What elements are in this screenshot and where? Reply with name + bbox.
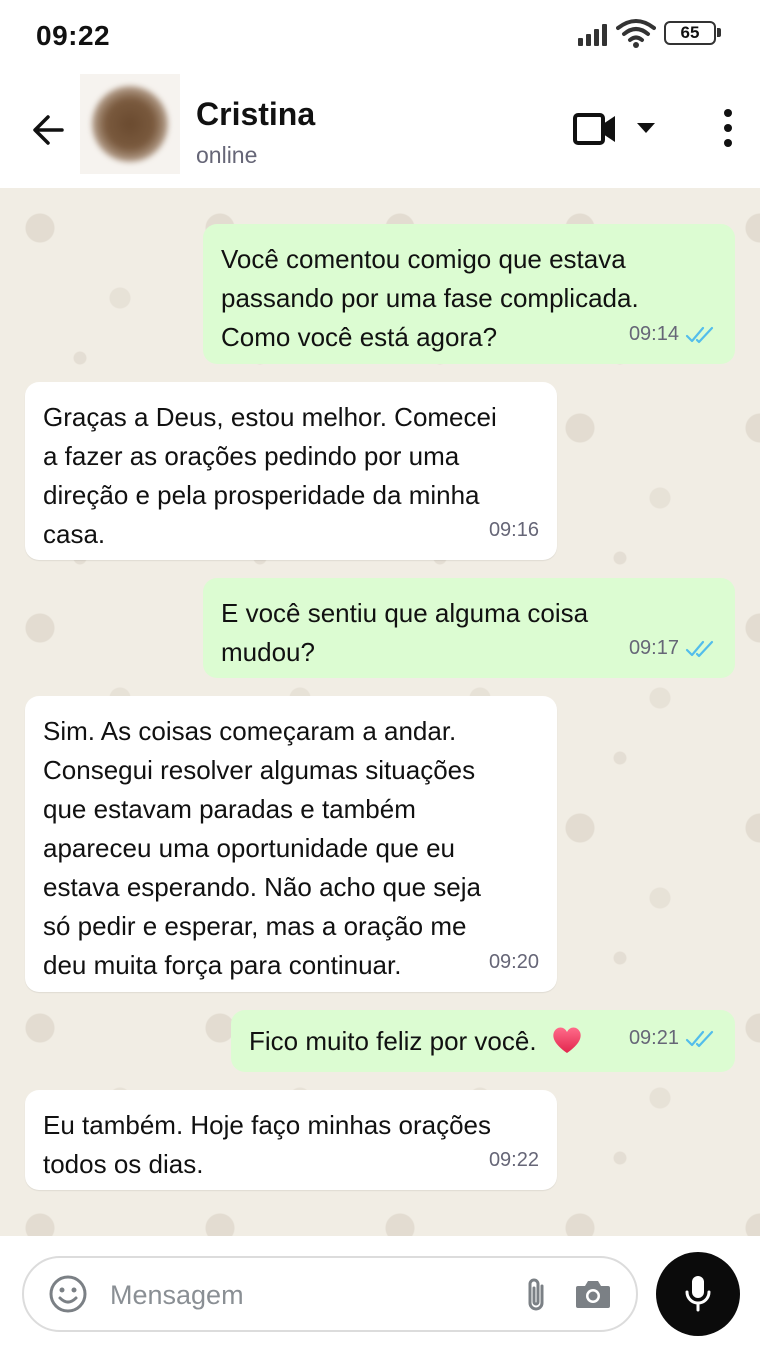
camera-icon[interactable] bbox=[574, 1276, 612, 1312]
message-time: 09:16 bbox=[488, 519, 539, 541]
wifi-icon bbox=[616, 19, 656, 48]
message-text: Sim. As coisas começaram a andar. Conseg… bbox=[43, 716, 481, 980]
message-meta: 09:14 bbox=[629, 315, 717, 354]
arrow-left-icon[interactable] bbox=[28, 110, 68, 150]
contact-name[interactable]: Cristina bbox=[196, 96, 315, 133]
chat-area[interactable]: Você comentou comigo que estava passando… bbox=[0, 188, 760, 1236]
message-time: 09:21 bbox=[628, 1027, 679, 1049]
message-text: Fico muito feliz por você. bbox=[249, 1026, 537, 1056]
microphone-button[interactable] bbox=[656, 1252, 740, 1336]
double-check-icon bbox=[685, 326, 714, 343]
video-camera-icon[interactable] bbox=[572, 110, 618, 148]
message-meta: 09:16 bbox=[489, 511, 539, 550]
message-bubble-outgoing[interactable]: E você sentiu que alguma coisa mudou? 09… bbox=[203, 578, 735, 678]
message-bubble-incoming[interactable]: Sim. As coisas começaram a andar. Conseg… bbox=[25, 696, 557, 992]
message-bubble-outgoing[interactable]: Você comentou comigo que estava passando… bbox=[203, 224, 735, 364]
status-time: 09:22 bbox=[36, 20, 111, 51]
double-check-icon bbox=[685, 640, 714, 657]
signal-icon bbox=[578, 24, 607, 46]
composer-bar: Mensagem bbox=[0, 1236, 760, 1352]
battery-level: 65 bbox=[680, 23, 700, 42]
message-bubble-incoming[interactable]: Eu também. Hoje faço minhas orações todo… bbox=[25, 1090, 557, 1190]
double-check-icon bbox=[685, 1030, 714, 1047]
caret-down-icon[interactable] bbox=[636, 122, 656, 134]
message-time: 09:20 bbox=[488, 951, 539, 973]
message-time: 09:17 bbox=[628, 637, 679, 659]
microphone-icon bbox=[685, 1276, 711, 1312]
paperclip-icon[interactable] bbox=[522, 1276, 550, 1314]
message-meta: 09:21 bbox=[629, 1019, 717, 1058]
emoji-icon[interactable] bbox=[48, 1274, 88, 1314]
message-bubble-incoming[interactable]: Graças a Deus, estou melhor. Comecei a f… bbox=[25, 382, 557, 560]
presence-status: online bbox=[196, 142, 258, 168]
battery-tip bbox=[717, 28, 721, 37]
message-time: 09:22 bbox=[488, 1149, 539, 1171]
message-time: 09:14 bbox=[628, 323, 679, 345]
heart-emoji-icon bbox=[553, 1027, 581, 1053]
chat-header: Cristina online bbox=[0, 72, 760, 188]
status-bar: 09:22 65 bbox=[0, 0, 760, 72]
message-meta: 09:17 bbox=[629, 629, 717, 668]
message-text: Graças a Deus, estou melhor. Comecei a f… bbox=[43, 402, 497, 549]
message-meta: 09:22 bbox=[489, 1141, 539, 1180]
message-bubble-outgoing[interactable]: Fico muito feliz por você. 09:21 bbox=[231, 1010, 735, 1072]
message-text: Eu também. Hoje faço minhas orações todo… bbox=[43, 1110, 491, 1179]
message-placeholder: Mensagem bbox=[110, 1280, 244, 1310]
more-vertical-icon[interactable] bbox=[718, 108, 738, 148]
battery-icon: 65 bbox=[664, 21, 716, 45]
avatar[interactable] bbox=[80, 74, 180, 174]
message-meta: 09:20 bbox=[489, 943, 539, 982]
message-input[interactable]: Mensagem bbox=[22, 1256, 638, 1332]
